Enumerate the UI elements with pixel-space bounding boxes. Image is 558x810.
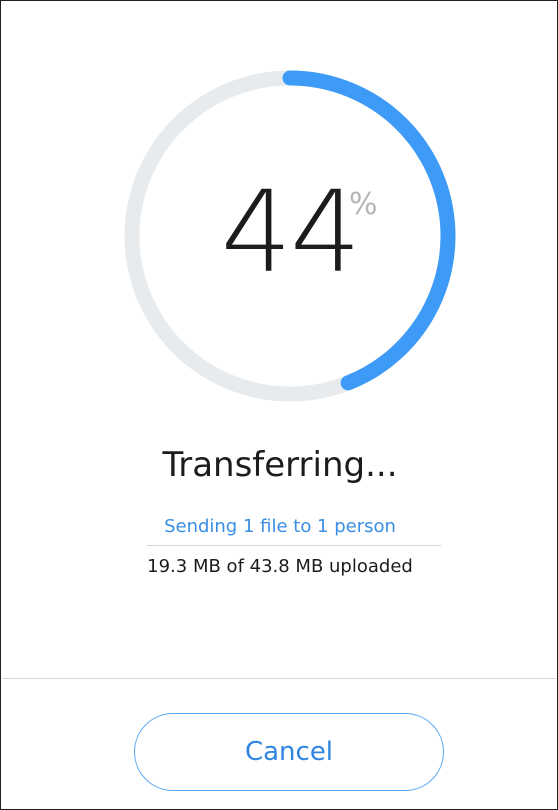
transfer-dialog: 44 % Transferring... Sending 1 file to 1… — [0, 0, 558, 810]
status-title: Transferring... — [162, 445, 398, 485]
cancel-button-label[interactable]: Cancel — [245, 736, 333, 768]
percent-sign: % — [349, 187, 378, 222]
percent-value: 44 — [220, 168, 362, 298]
percent-readout: 44 % — [117, 63, 463, 409]
sending-details-label[interactable]: Sending 1 file to 1 person — [164, 516, 396, 537]
upload-size-text: 19.3 MB of 43.8 MB uploaded — [147, 556, 413, 577]
details-divider — [147, 545, 441, 546]
sending-details-link[interactable]: Sending 1 file to 1 person — [1, 513, 558, 541]
footer-divider — [2, 678, 556, 679]
cancel-button[interactable]: Cancel — [134, 713, 444, 791]
